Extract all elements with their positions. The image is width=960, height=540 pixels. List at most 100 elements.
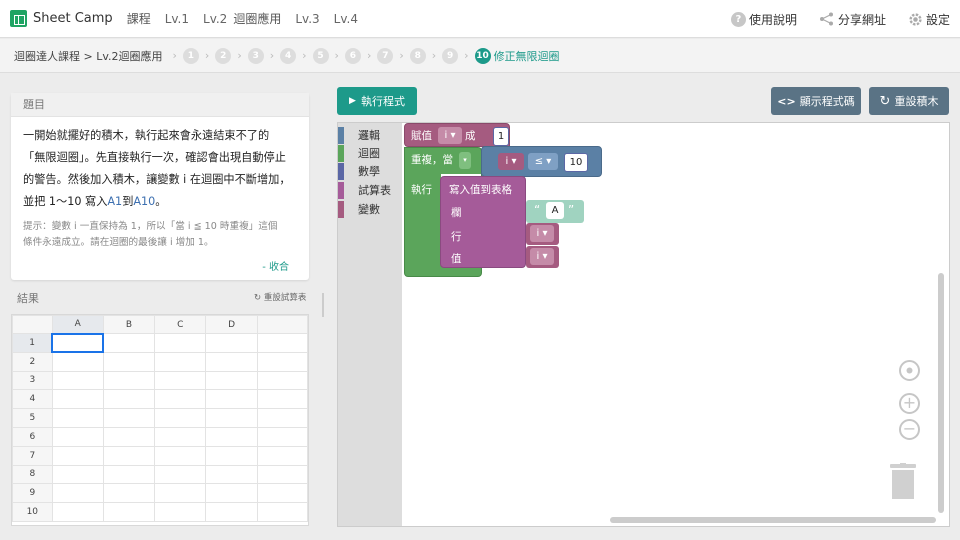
cell[interactable] [51, 426, 104, 447]
cell[interactable] [205, 464, 258, 485]
cell-a1-selected[interactable] [51, 332, 105, 354]
cell[interactable] [154, 445, 207, 466]
share-button[interactable]: 分享網址 [819, 11, 886, 28]
result-spreadsheet[interactable]: A B C D 1 2 3 4 5 6 7 8 9 10 [11, 314, 309, 526]
cell[interactable] [154, 464, 207, 485]
breadcrumb-path[interactable]: 迴圈達人課程 > Lv.2迴圈應用 [14, 48, 163, 64]
toolbox-math[interactable]: 數學 [338, 163, 380, 180]
cell[interactable] [256, 408, 308, 428]
row-var-dropdown[interactable]: i ▾ [530, 225, 554, 242]
cell[interactable] [51, 502, 104, 522]
cell[interactable] [256, 351, 308, 372]
cell[interactable] [154, 408, 207, 428]
cell[interactable] [256, 389, 308, 410]
write-sheet-block[interactable]: 寫入值到表格 欄 行 值 [440, 176, 526, 268]
resize-handle[interactable] [322, 293, 324, 317]
recenter-button[interactable] [899, 360, 920, 381]
row-header[interactable]: 2 [12, 351, 53, 372]
cell[interactable] [102, 464, 156, 485]
cell[interactable] [154, 483, 207, 504]
trash-icon[interactable] [890, 463, 916, 499]
compare-operator-dropdown[interactable]: ≤ ▾ [528, 153, 558, 170]
compare-left-var[interactable]: i ▾ [498, 153, 524, 170]
zoom-out-button[interactable]: − [899, 419, 920, 440]
repeat-mode-dropdown[interactable]: ▾ [459, 152, 471, 169]
cell[interactable] [102, 351, 156, 372]
cell[interactable] [102, 445, 156, 466]
cell[interactable] [205, 445, 258, 466]
cell[interactable] [51, 370, 104, 391]
cell[interactable] [205, 389, 258, 410]
collapse-link[interactable]: - 收合 [262, 258, 289, 273]
cell[interactable] [256, 483, 308, 504]
cell[interactable] [205, 483, 258, 504]
cell[interactable] [205, 333, 258, 353]
cell[interactable] [205, 426, 258, 447]
vertical-scrollbar[interactable] [938, 273, 944, 513]
step-3[interactable]: 3 [247, 47, 264, 64]
cell[interactable] [154, 426, 207, 447]
step-6[interactable]: 6 [344, 47, 361, 64]
reset-sheet-button[interactable]: ↻ 重設試算表 [254, 291, 306, 303]
cell[interactable] [154, 333, 207, 353]
reset-blocks-button[interactable]: ↻ 重設積木 [869, 87, 949, 115]
row-header[interactable]: 10 [12, 502, 53, 522]
cell[interactable] [154, 351, 207, 372]
nav-lv1[interactable]: Lv.1 [165, 12, 189, 26]
settings-button[interactable]: 設定 [908, 11, 950, 28]
cell[interactable] [102, 426, 156, 447]
cell[interactable] [51, 389, 104, 410]
cell[interactable] [256, 370, 308, 391]
compare-right-value[interactable]: 10 [564, 153, 588, 172]
step-5[interactable]: 5 [312, 47, 329, 64]
cell[interactable] [256, 426, 308, 447]
toolbox-loops[interactable]: 迴圈 [338, 145, 380, 162]
zoom-in-button[interactable]: + [899, 393, 920, 414]
row-header[interactable]: 5 [12, 408, 53, 428]
step-2[interactable]: 2 [215, 47, 232, 64]
col-header-a[interactable]: A [51, 315, 104, 334]
row-header[interactable]: 1 [12, 333, 53, 353]
brand-logo[interactable]: Sheet Camp [10, 10, 113, 27]
cell[interactable] [154, 370, 207, 391]
cell[interactable] [154, 502, 207, 522]
step-8[interactable]: 8 [409, 47, 426, 64]
cell[interactable] [51, 445, 104, 466]
cell[interactable] [256, 445, 308, 466]
col-header-b[interactable]: B [102, 315, 156, 334]
row-var-block[interactable]: i ▾ [526, 223, 559, 245]
step-7[interactable]: 7 [377, 47, 394, 64]
col-header-d[interactable]: D [205, 315, 258, 334]
show-code-button[interactable]: <> 顯示程式碼 [771, 87, 861, 115]
nav-lv4[interactable]: Lv.4 [334, 12, 358, 26]
value-var-block[interactable]: i ▾ [526, 246, 559, 268]
cell[interactable] [102, 370, 156, 391]
row-header[interactable]: 3 [12, 370, 53, 391]
col-header-c[interactable]: C [154, 315, 207, 334]
row-header[interactable]: 8 [12, 464, 53, 485]
help-button[interactable]: ? 使用說明 [730, 11, 797, 28]
cell[interactable] [51, 464, 104, 485]
cell[interactable] [102, 502, 156, 522]
row-header[interactable]: 7 [12, 445, 53, 466]
cell[interactable] [51, 408, 104, 428]
toolbox-variables[interactable]: 變數 [338, 201, 380, 218]
step-9[interactable]: 9 [442, 47, 459, 64]
cell[interactable] [256, 333, 308, 353]
cell[interactable] [256, 464, 308, 485]
compare-block[interactable]: i ▾ ≤ ▾ 10 [481, 146, 602, 177]
toolbox-logic[interactable]: 邏輯 [338, 127, 380, 144]
cell[interactable] [102, 333, 156, 353]
step-10-active[interactable]: 10 [474, 47, 491, 64]
assign-var-dropdown[interactable]: i ▾ [438, 127, 462, 144]
cell[interactable] [102, 483, 156, 504]
horizontal-scrollbar[interactable] [610, 517, 936, 523]
row-header[interactable]: 6 [12, 426, 53, 447]
cell[interactable] [205, 370, 258, 391]
cell[interactable] [51, 351, 104, 372]
cell[interactable] [205, 408, 258, 428]
nav-courses[interactable]: 課程 [127, 10, 151, 27]
nav-lv3[interactable]: Lv.3 [295, 12, 319, 26]
assign-block[interactable]: 賦值 i ▾ 成 1 [404, 123, 510, 147]
cell[interactable] [102, 389, 156, 410]
